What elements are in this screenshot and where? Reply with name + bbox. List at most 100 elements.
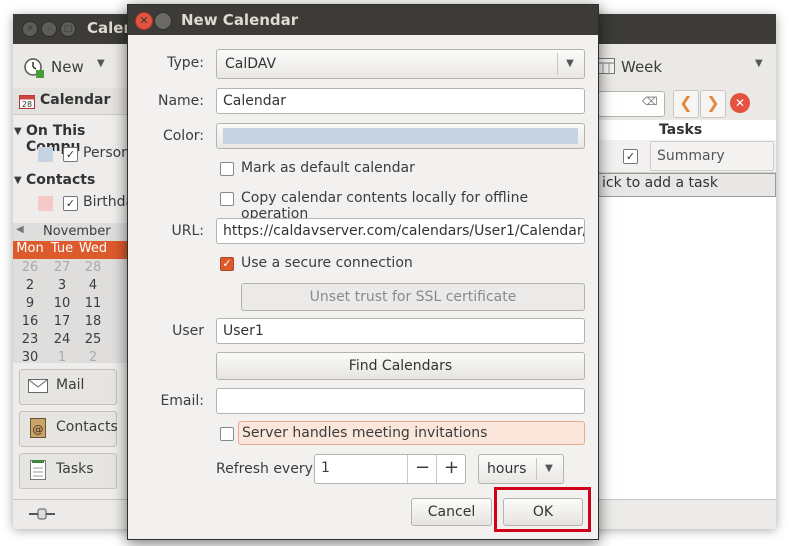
summary-column-header[interactable]: Summary <box>650 141 774 171</box>
user-field[interactable]: User1 <box>216 318 585 344</box>
sidebar: 28 Calendar ▼ On This Compu ✓ Persor ▼ C… <box>13 88 134 528</box>
bg-close-button[interactable]: ✕ <box>22 21 38 37</box>
birthdays-calendar-color <box>38 196 53 211</box>
week-view-button[interactable]: Week <box>597 52 677 80</box>
collapse-arrow-icon[interactable]: ▼ <box>14 175 22 186</box>
day-cell[interactable]: 3 <box>46 278 78 293</box>
completed-column-icon[interactable]: ✓ <box>623 149 638 164</box>
bg-maximize-button[interactable]: □ <box>60 21 76 37</box>
dropdown-arrow-icon: ▼ <box>557 53 582 75</box>
name-label: Name: <box>157 93 204 109</box>
refresh-spinbutton[interactable]: 1 − + <box>314 454 466 484</box>
day-cell[interactable]: 11 <box>77 296 109 311</box>
day-cell[interactable]: 2 <box>77 350 109 365</box>
day-cell[interactable]: 1 <box>46 350 78 365</box>
clear-filter-icon[interactable]: ⌫ <box>642 95 658 108</box>
dropdown-arrow-icon: ▼ <box>536 458 561 480</box>
tasks-nav-label: Tasks <box>56 461 94 477</box>
collapse-arrow-icon[interactable]: ▼ <box>14 126 22 137</box>
prev-month-icon[interactable]: ◀ <box>16 224 24 235</box>
new-calendar-dialog: ✕ New Calendar Type: CalDAV ▼ Name: Cale… <box>127 4 599 540</box>
next-icon[interactable]: ❯ <box>700 90 726 118</box>
calendar-tab-label: Calendar <box>40 92 111 108</box>
tasks-column-header: ✓ Summary <box>597 140 776 173</box>
personal-calendar-color <box>38 147 53 162</box>
refresh-label: Refresh every <box>216 461 313 477</box>
weekday-label: Tue <box>50 241 74 256</box>
new-event-icon <box>24 58 44 78</box>
weekday-header: Mon Tue Wed <box>13 241 128 259</box>
birthdays-calendar-checkbox[interactable]: ✓ <box>63 196 78 211</box>
add-task-hint: ick to add a task <box>602 175 718 191</box>
increment-icon[interactable]: + <box>436 455 466 483</box>
type-label: Type: <box>167 55 204 71</box>
calendar-tab[interactable]: 28 Calendar <box>13 88 128 115</box>
connection-status-icon[interactable] <box>29 507 55 521</box>
contacts-nav-button[interactable]: @ Contacts <box>19 411 118 447</box>
personal-calendar-checkbox[interactable]: ✓ <box>63 147 78 162</box>
svg-text:@: @ <box>33 423 44 436</box>
user-label: User <box>172 323 204 339</box>
server-invitations-checkbox[interactable] <box>220 427 234 441</box>
type-select[interactable]: CalDAV ▼ <box>216 49 585 79</box>
new-button-label: New <box>51 58 84 76</box>
filter-bar: ⌫ ❮ ❯ ✕ <box>597 88 776 120</box>
day-cell[interactable]: 30 <box>14 350 46 365</box>
day-cell[interactable]: 10 <box>46 296 78 311</box>
tasks-nav-button[interactable]: Tasks <box>19 453 117 489</box>
week-row: 30 1 2 <box>13 350 128 368</box>
day-cell[interactable]: 25 <box>77 332 109 347</box>
day-cell[interactable]: 4 <box>77 278 109 293</box>
bg-minimize-button[interactable]: – <box>41 21 57 37</box>
email-field[interactable] <box>216 388 585 414</box>
ok-button[interactable]: OK <box>503 498 583 526</box>
dialog-titlebar: ✕ New Calendar <box>128 5 598 35</box>
default-calendar-label: Mark as default calendar <box>241 160 415 176</box>
server-invitations-highlight: Server handles meeting invitations <box>238 421 585 445</box>
url-field[interactable]: https://caldavserver.com/calendars/User1… <box>216 218 585 244</box>
refresh-unit-value: hours <box>487 461 527 477</box>
name-field[interactable]: Calendar <box>216 88 585 114</box>
week-row: 23 24 25 <box>13 332 128 350</box>
day-cell[interactable]: 18 <box>77 314 109 329</box>
dialog-close-icon[interactable]: ✕ <box>135 12 153 30</box>
decrement-icon[interactable]: − <box>407 455 437 483</box>
dialog-title: New Calendar <box>181 11 299 29</box>
prev-icon[interactable]: ❮ <box>673 90 699 118</box>
add-task-input[interactable]: ick to add a task <box>597 173 776 197</box>
mail-nav-button[interactable]: Mail <box>19 369 117 405</box>
day-cell[interactable]: 23 <box>14 332 46 347</box>
day-cell[interactable]: 26 <box>14 260 46 275</box>
color-swatch <box>223 128 578 144</box>
cancel-button[interactable]: Cancel <box>411 498 492 526</box>
color-picker-button[interactable] <box>216 123 585 149</box>
task-filter-input[interactable]: ⌫ <box>597 91 665 117</box>
offline-copy-checkbox[interactable] <box>220 192 234 206</box>
new-button[interactable]: New <box>23 52 84 80</box>
day-cell[interactable]: 17 <box>46 314 78 329</box>
day-cell[interactable]: 2 <box>14 278 46 293</box>
mini-calendar: ◀ November Mon Tue Wed 26 27 28 2 3 4 9 … <box>13 223 128 365</box>
day-cell[interactable]: 24 <box>46 332 78 347</box>
secure-connection-checkbox[interactable]: ✓ <box>220 257 234 271</box>
day-cell[interactable]: 27 <box>46 260 78 275</box>
calendar-icon: 28 <box>19 95 35 109</box>
find-calendars-button[interactable]: Find Calendars <box>216 352 585 380</box>
month-label: November <box>43 224 111 239</box>
week-button-label: Week <box>621 58 663 76</box>
dialog-minimize-icon[interactable] <box>154 12 172 30</box>
unset-trust-button[interactable]: Unset trust for SSL certificate <box>241 283 585 311</box>
close-pane-icon[interactable]: ✕ <box>730 93 750 113</box>
week-row: 2 3 4 <box>13 278 128 296</box>
new-dropdown-icon[interactable]: ▼ <box>97 58 105 69</box>
week-row: 9 10 11 <box>13 296 128 314</box>
day-cell[interactable]: 9 <box>14 296 46 311</box>
email-label: Email: <box>160 393 204 409</box>
day-cell[interactable]: 16 <box>14 314 46 329</box>
day-cell[interactable]: 28 <box>77 260 109 275</box>
refresh-unit-select[interactable]: hours ▼ <box>478 454 564 484</box>
default-calendar-checkbox[interactable] <box>220 162 234 176</box>
menu-dropdown-icon[interactable]: ▼ <box>755 58 763 69</box>
week-calendar-icon <box>597 58 615 74</box>
type-value: CalDAV <box>225 56 277 72</box>
